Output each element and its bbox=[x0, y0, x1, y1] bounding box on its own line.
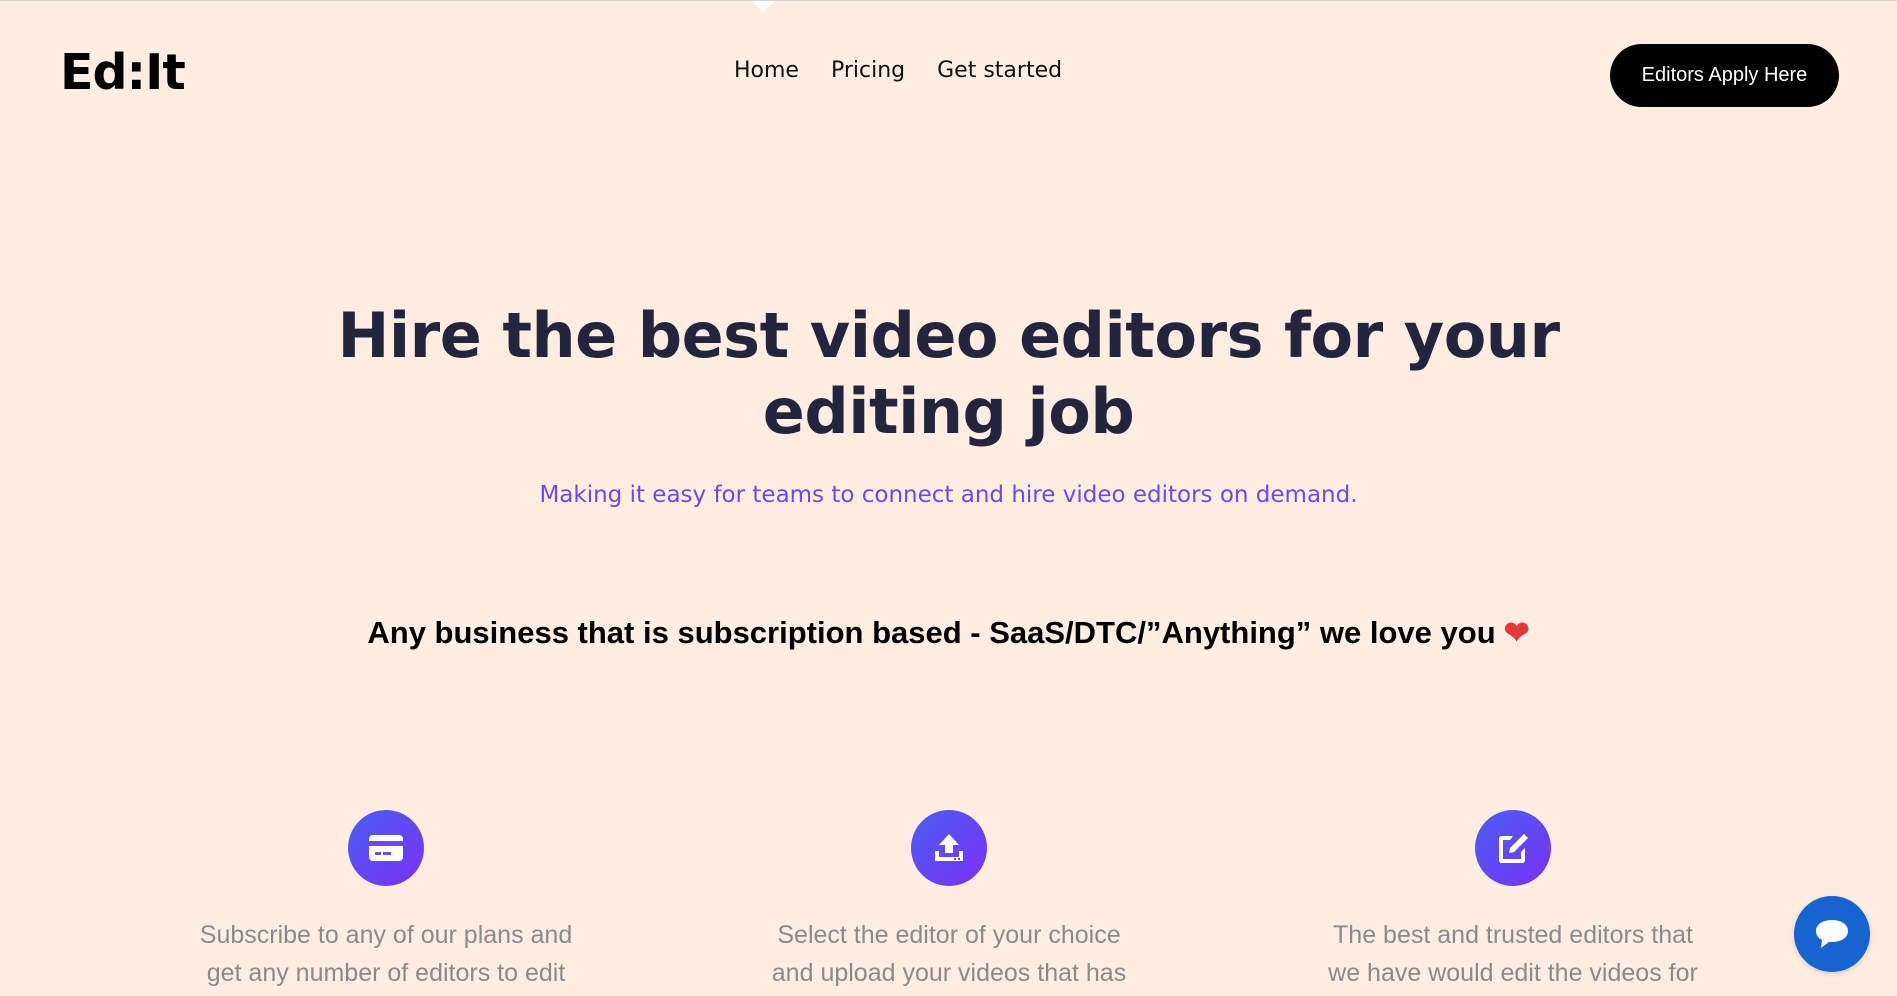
feature-subscribe: Subscribe to any of our plans and get an… bbox=[176, 810, 596, 992]
feature-trusted-editors: The best and trusted editors that we hav… bbox=[1303, 810, 1723, 992]
chat-icon bbox=[1816, 920, 1848, 948]
main-nav: Home Pricing Get started bbox=[734, 60, 1062, 82]
feature-select-editor-text: Select the editor of your choice and upl… bbox=[771, 921, 1127, 987]
feature-select-editor: Select the editor of your choice and upl… bbox=[739, 810, 1159, 992]
feature-trusted-editors-text: The best and trusted editors that we hav… bbox=[1328, 921, 1698, 987]
hero-subtitle: Making it easy for teams to connect and … bbox=[539, 482, 1358, 508]
tagline-text: Any business that is subscription based … bbox=[367, 615, 1496, 650]
credit-card-icon bbox=[348, 810, 424, 886]
hero-headline-line2: editing job bbox=[762, 375, 1135, 448]
hero-headline-line1: Hire the best video editors for your bbox=[337, 299, 1560, 372]
chat-launcher-button[interactable] bbox=[1794, 896, 1870, 972]
nav-get-started[interactable]: Get started bbox=[937, 60, 1062, 82]
hero-headline: Hire the best video editors for your edi… bbox=[0, 298, 1897, 450]
feature-subscribe-text: Subscribe to any of our plans and get an… bbox=[199, 921, 573, 987]
editors-apply-button[interactable]: Editors Apply Here bbox=[1610, 44, 1839, 107]
nav-pricing[interactable]: Pricing bbox=[831, 60, 905, 82]
upload-icon bbox=[911, 810, 987, 886]
nav-home[interactable]: Home bbox=[734, 60, 799, 82]
hero-tagline: Any business that is subscription based … bbox=[0, 614, 1897, 651]
heart-icon: ❤ bbox=[1503, 615, 1530, 650]
top-notch-indicator bbox=[752, 1, 774, 12]
edit-icon bbox=[1475, 810, 1551, 886]
top-divider bbox=[0, 0, 1897, 1]
site-logo[interactable]: Ed:It bbox=[60, 48, 186, 97]
